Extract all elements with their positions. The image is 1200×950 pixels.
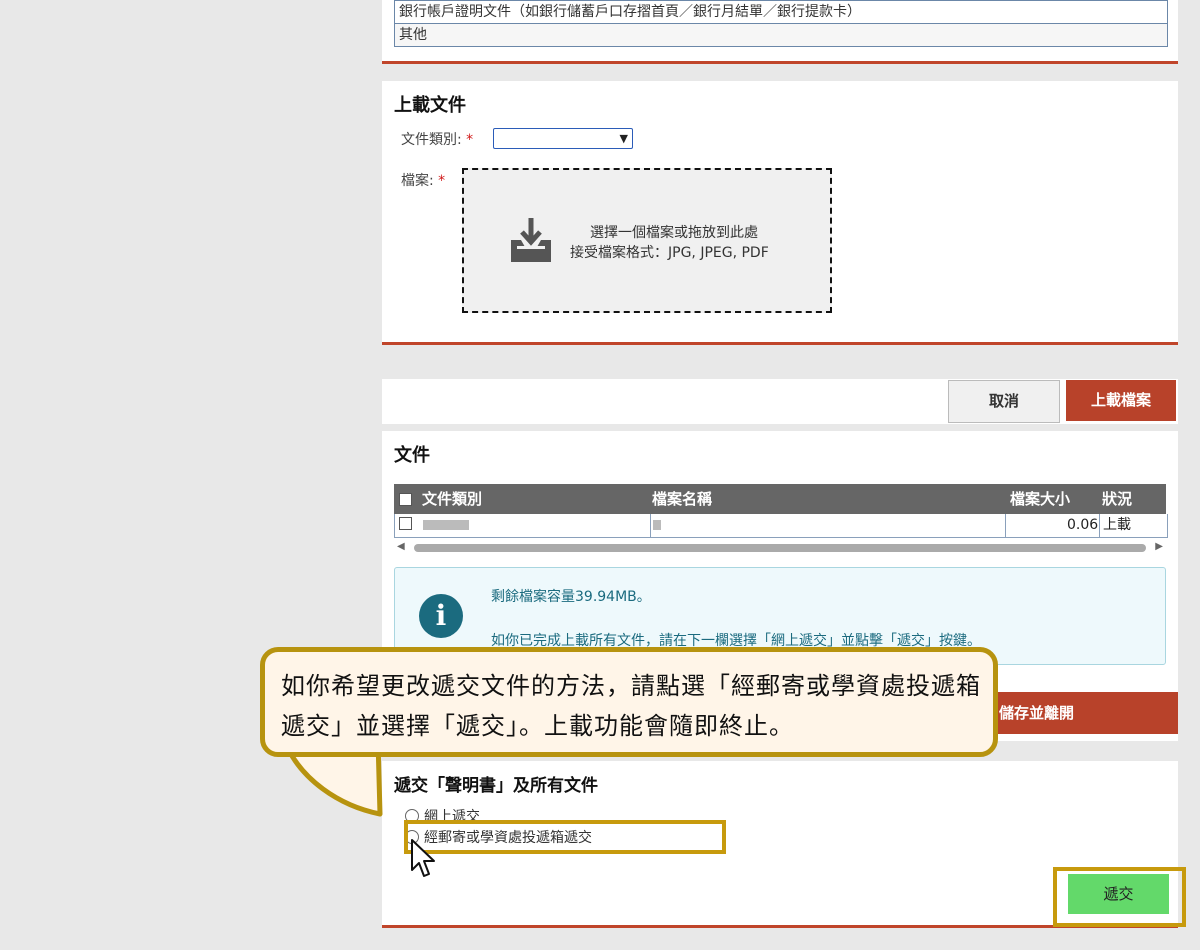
column-header[interactable]: 文件類別 <box>422 484 482 514</box>
documents-table-header: 文件類別 檔案名稱 檔案大小 狀況 <box>394 484 1166 514</box>
horizontal-scrollbar[interactable]: ◀ ▶ <box>394 541 1166 555</box>
accepted-formats-text: 接受檔案格式：JPG, JPEG, PDF <box>570 245 769 261</box>
list-item[interactable]: 其他 <box>395 23 1167 46</box>
select-all-checkbox[interactable] <box>399 493 412 506</box>
cancel-button[interactable]: 取消 <box>948 380 1060 423</box>
redacted-text <box>423 520 469 530</box>
save-and-leave-button[interactable]: 儲存並離開 <box>999 692 1074 734</box>
callout-text: 如你希望更改遞交文件的方法，請點選「經郵寄或學資處投遞箱遞交」並選擇「遞交」。上… <box>281 672 981 740</box>
upload-button-bar: 取消 上載檔案 <box>382 379 1178 424</box>
cell-divider <box>1099 514 1100 537</box>
column-header[interactable]: 檔案名稱 <box>652 484 712 514</box>
scroll-left-icon[interactable]: ◀ <box>397 541 405 552</box>
chevron-down-icon: ▼ <box>619 132 628 145</box>
scrollbar-thumb[interactable] <box>414 544 1146 552</box>
upload-section: 上載文件 文件類別: * ▼ 檔案: * 選擇一個檔案或拖放到此處 接受檔案格式… <box>382 81 1178 343</box>
drop-zone-text: 選擇一個檔案或拖放到此處 <box>590 225 758 241</box>
download-tray-icon <box>511 218 551 262</box>
file-drop-zone[interactable]: 選擇一個檔案或拖放到此處 接受檔案格式：JPG, JPEG, PDF <box>462 168 832 313</box>
row-checkbox[interactable] <box>399 517 412 530</box>
upload-file-button[interactable]: 上載檔案 <box>1066 380 1176 421</box>
mouse-pointer-icon <box>411 839 435 877</box>
required-mark: * <box>438 173 446 189</box>
upload-title: 上載文件 <box>394 95 466 116</box>
document-type-list: 銀行帳戶證明文件（如銀行儲蓄戶口存摺首頁／銀行月結單／銀行提款卡） 其他 <box>394 0 1168 47</box>
documents-title: 文件 <box>394 445 430 466</box>
row-status: 上載 <box>1103 517 1131 533</box>
redacted-text <box>653 520 661 530</box>
cell-divider <box>650 514 651 537</box>
document-type-label: 文件類別: * <box>401 132 474 148</box>
section-divider <box>382 61 1178 64</box>
cell-divider <box>1005 514 1006 537</box>
submit-section-title: 遞交「聲明書」及所有文件 <box>394 776 598 796</box>
row-file-size: 0.06 <box>1067 517 1099 533</box>
section-divider <box>382 342 1178 345</box>
remaining-capacity-text: 剩餘檔案容量39.94MB。 <box>491 589 651 605</box>
required-mark: * <box>466 132 474 148</box>
document-type-select[interactable]: ▼ <box>493 128 633 149</box>
table-row[interactable]: 0.06 上載 <box>394 514 1168 538</box>
document-type-list-panel: 銀行帳戶證明文件（如銀行儲蓄戶口存摺首頁／銀行月結單／銀行提款卡） 其他 <box>382 0 1178 62</box>
info-icon: i <box>419 594 463 638</box>
row-document-type <box>423 514 469 537</box>
column-header[interactable]: 狀況 <box>1102 484 1132 514</box>
scroll-right-icon[interactable]: ▶ <box>1155 541 1163 552</box>
column-header[interactable]: 檔案大小 <box>1010 484 1070 514</box>
list-item[interactable]: 銀行帳戶證明文件（如銀行儲蓄戶口存摺首頁／銀行月結單／銀行提款卡） <box>395 1 1167 23</box>
submit-button-highlight <box>1053 867 1186 927</box>
instruction-callout: 如你希望更改遞交文件的方法，請點選「經郵寄或學資處投遞箱遞交」並選擇「遞交」。上… <box>260 647 998 757</box>
file-label: 檔案: * <box>401 173 446 189</box>
row-filename <box>653 514 661 537</box>
mail-option-highlight <box>404 820 726 854</box>
